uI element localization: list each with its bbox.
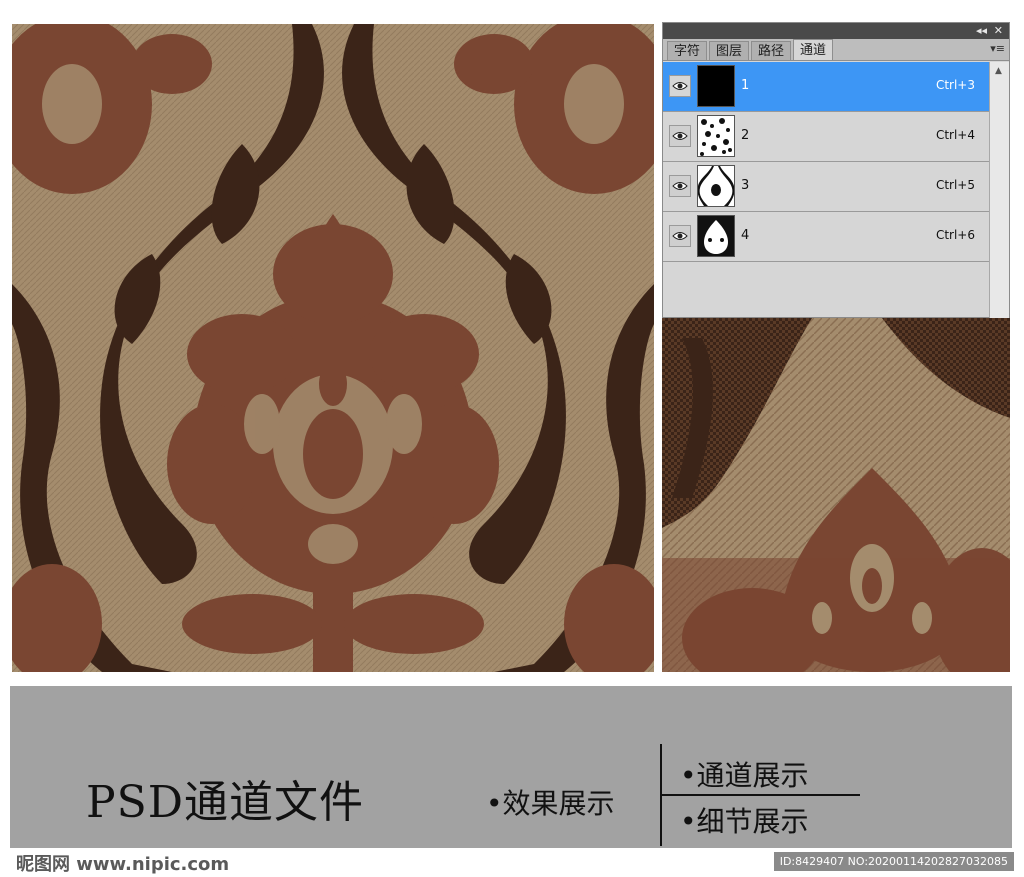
channel-thumbnail: [697, 165, 735, 207]
detail-pattern-image: [662, 318, 1010, 672]
effect-label: •效果展示: [486, 787, 615, 820]
channel-name: 4: [741, 228, 750, 243]
close-icon[interactable]: ✕: [994, 24, 1003, 37]
channel-row[interactable]: 3 Ctrl+5: [663, 162, 989, 212]
tab-character[interactable]: 字符: [667, 41, 708, 60]
eye-icon[interactable]: [669, 175, 691, 197]
panel-scrollbar[interactable]: ▲: [989, 62, 1009, 318]
channel-list: 1 Ctrl+3 2 Ctrl+4 3 Ctrl+5 4 Ctrl+6: [663, 62, 989, 262]
damask-artwork: [12, 24, 654, 672]
eye-icon[interactable]: [669, 225, 691, 247]
divider-horizontal: [660, 794, 860, 796]
eye-icon[interactable]: [669, 125, 691, 147]
detail-artwork: [662, 318, 1010, 672]
panel-menu-icon[interactable]: ▾≡: [990, 42, 1005, 55]
channel-thumbnail: [697, 115, 735, 157]
footer-bar: 昵图网 www.nipic.com ID:8429407 NO:20200114…: [0, 848, 1024, 877]
info-banner: PSD通道文件 •效果展示 •通道展示 •细节展示: [10, 686, 1012, 848]
tab-layers[interactable]: 图层: [709, 41, 750, 60]
banner-title: PSD通道文件: [86, 777, 365, 828]
detail-label: •细节展示: [680, 805, 809, 838]
panel-titlebar: ◂◂ ✕: [663, 23, 1009, 39]
image-id-badge: ID:8429407 NO:20200114202827032085: [773, 852, 1014, 871]
channel-name: 2: [741, 128, 750, 143]
channel-shortcut: Ctrl+4: [935, 128, 975, 142]
channel-shortcut: Ctrl+6: [935, 228, 975, 242]
channel-thumbnail: [697, 215, 735, 257]
eye-icon[interactable]: [669, 75, 691, 97]
panel-tab-bar: 字符 图层 路径 通道 ▾≡: [663, 39, 1009, 61]
channel-name: 3: [741, 178, 750, 193]
tab-paths[interactable]: 路径: [751, 41, 792, 60]
scroll-up-icon[interactable]: ▲: [995, 66, 1002, 76]
channel-shortcut: Ctrl+5: [935, 178, 975, 192]
tab-channels[interactable]: 通道: [793, 39, 834, 60]
channels-panel: ◂◂ ✕ 字符 图层 路径 通道 ▾≡ 1 Ctrl+3 2 Ctrl+4 3 …: [662, 22, 1010, 318]
collapse-icon[interactable]: ◂◂: [976, 24, 987, 37]
channels-label: •通道展示: [680, 759, 809, 792]
channel-name: 1: [741, 78, 750, 93]
channel-thumbnail: [697, 65, 735, 107]
channel-row[interactable]: 2 Ctrl+4: [663, 112, 989, 162]
watermark-logo: 昵图网 www.nipic.com: [16, 854, 230, 875]
main-pattern-image: [12, 24, 654, 672]
channel-shortcut: Ctrl+3: [935, 78, 975, 92]
channel-row[interactable]: 1 Ctrl+3: [663, 62, 989, 112]
channel-row[interactable]: 4 Ctrl+6: [663, 212, 989, 262]
